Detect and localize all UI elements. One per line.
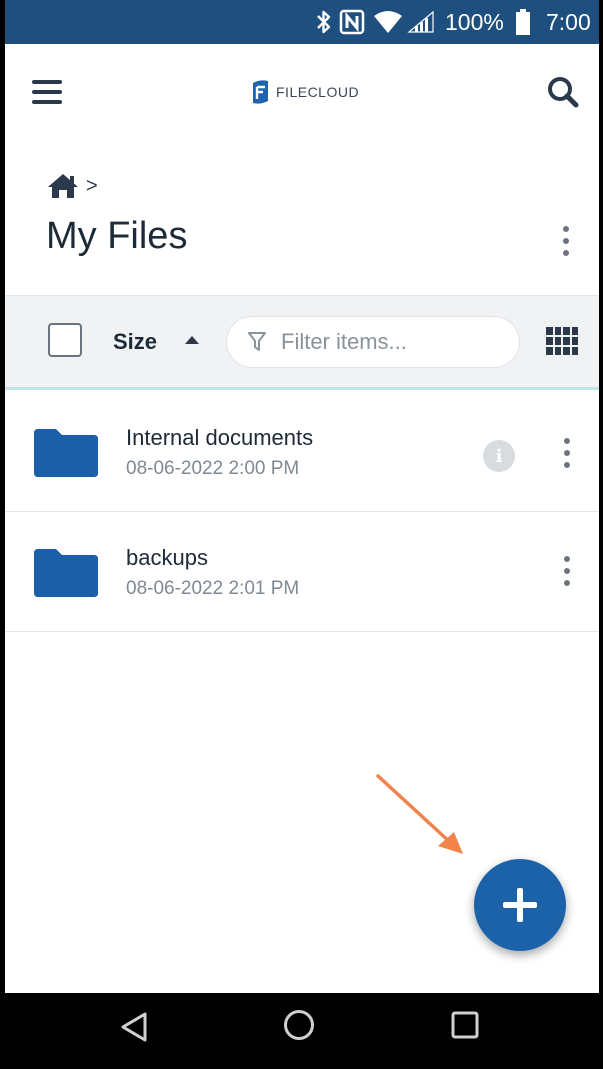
- home-circle-icon[interactable]: [282, 1008, 316, 1042]
- info-button[interactable]: i: [483, 440, 515, 472]
- clock-time: 7:00: [546, 8, 591, 35]
- file-name: Internal documents: [126, 425, 314, 450]
- file-row[interactable]: Internal documents 08-06-2022 2:00 PM i: [5, 391, 599, 512]
- folder-icon: [34, 429, 98, 477]
- toolbar-divider: [5, 387, 599, 390]
- bluetooth-icon: [315, 0, 333, 44]
- add-button[interactable]: [474, 859, 566, 951]
- hamburger-menu-button[interactable]: [32, 80, 62, 104]
- list-toolbar: Size: [5, 295, 599, 388]
- battery-percent: 100%: [445, 8, 504, 35]
- search-button[interactable]: [545, 74, 581, 110]
- wifi-icon: [373, 0, 403, 44]
- recents-icon[interactable]: [450, 1010, 480, 1040]
- annotation-arrow-icon: [376, 774, 463, 854]
- search-icon: [548, 77, 579, 108]
- sort-by-label[interactable]: Size: [113, 329, 157, 355]
- folder-icon: [34, 549, 98, 597]
- info-icon: i: [495, 445, 503, 467]
- row-options-button[interactable]: [556, 438, 578, 468]
- nfc-icon: [339, 0, 365, 44]
- row-options-button[interactable]: [556, 556, 578, 586]
- logo-text: FILECLOUD: [276, 84, 360, 100]
- logo-mark-icon: [253, 80, 268, 104]
- filter-input[interactable]: [279, 328, 503, 356]
- back-icon[interactable]: [119, 1011, 149, 1043]
- file-name: backups: [126, 545, 208, 570]
- grid-view-button[interactable]: [546, 327, 578, 355]
- page-options-button[interactable]: [555, 226, 577, 258]
- filecloud-logo: FILECLOUD: [250, 78, 359, 106]
- select-all-checkbox[interactable]: [48, 323, 82, 357]
- page-title: My Files: [46, 215, 188, 257]
- home-icon: [48, 174, 78, 198]
- file-row[interactable]: backups 08-06-2022 2:01 PM: [5, 511, 599, 632]
- filter-box[interactable]: [226, 316, 520, 368]
- app-top-bar: FILECLOUD: [5, 44, 599, 140]
- kebab-icon: [555, 226, 577, 256]
- breadcrumb[interactable]: >: [46, 172, 98, 200]
- sort-ascending-icon[interactable]: [185, 336, 199, 344]
- battery-icon: [515, 0, 531, 44]
- filter-icon: [248, 332, 266, 351]
- breadcrumb-separator: >: [86, 174, 98, 197]
- status-bar: 100% 7:00: [5, 0, 599, 44]
- signal-icon: [407, 0, 435, 44]
- file-date: 08-06-2022 2:00 PM: [126, 458, 300, 479]
- file-date: 08-06-2022 2:01 PM: [126, 578, 300, 599]
- system-nav-bar: [5, 993, 599, 1066]
